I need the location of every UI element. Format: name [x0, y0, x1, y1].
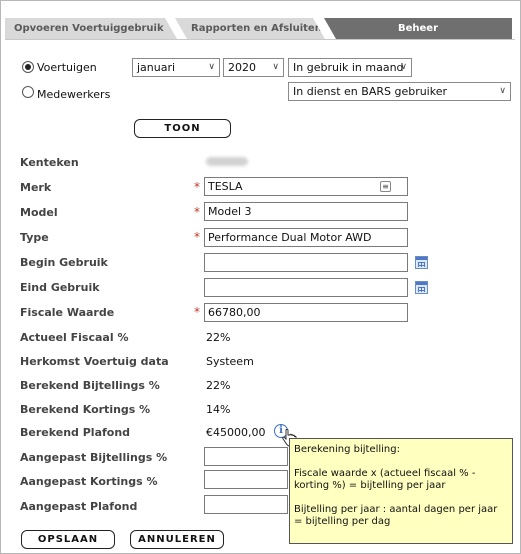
required-marker: * [194, 180, 200, 194]
aangepast-plafond-label: Aangepast Plafond [20, 500, 138, 513]
herkomst-value: Systeem [206, 355, 254, 368]
required-marker: * [194, 205, 200, 219]
bijtelling-tooltip: Berekening bijtelling: Fiscale waarde x … [289, 438, 513, 544]
toon-button[interactable]: TOON [134, 119, 231, 138]
type-input[interactable]: Performance Dual Motor AWD [204, 228, 408, 247]
berekend-kortings-label: Berekend Kortings % [20, 403, 151, 416]
service-filter-select[interactable]: In dienst en BARS gebruiker ∨ [288, 82, 511, 101]
berekend-plafond-value: €45000,00 [206, 426, 266, 439]
tooltip-line-2: Bijtelling per jaar : aantal dagen per j… [294, 504, 498, 527]
service-filter-value: In dienst en BARS gebruiker [293, 85, 448, 98]
month-select[interactable]: januari ∨ [132, 58, 220, 77]
month-select-value: januari [137, 61, 176, 74]
eind-gebruik-label: Eind Gebruik [20, 281, 100, 294]
aangepast-kortings-label: Aangepast Kortings % [20, 475, 158, 488]
opslaan-button[interactable]: OPSLAAN [21, 530, 115, 549]
kenteken-label: Kenteken [20, 156, 79, 169]
actueel-fiscaal-value: 22% [206, 331, 231, 344]
chevron-down-icon: ∨ [400, 62, 407, 72]
usage-filter-select[interactable]: In gebruik in maand ∨ [288, 58, 412, 77]
actueel-fiscaal-label: Actueel Fiscaal % [20, 331, 129, 344]
main-panel: Opvoeren Voertuiggebruik Rapporten en Af… [0, 0, 521, 554]
aangepast-bijtellings-input[interactable] [204, 447, 288, 466]
tab-bar: Opvoeren Voertuiggebruik Rapporten en Af… [5, 5, 515, 39]
merk-input[interactable]: TESLA ≡ [204, 177, 408, 196]
kenteken-value [206, 157, 248, 166]
radio-voertuigen[interactable] [22, 61, 34, 73]
calendar-icon[interactable] [415, 281, 428, 294]
berekend-bijtellings-label: Berekend Bijtellings % [20, 379, 160, 392]
berekend-kortings-value: 14% [206, 403, 231, 416]
year-select-value: 2020 [228, 61, 256, 74]
chevron-down-icon: ∨ [499, 86, 506, 96]
fiscale-waarde-input[interactable]: 66780,00 [204, 303, 408, 322]
usage-filter-value: In gebruik in maand [293, 61, 404, 74]
tooltip-line-1: Fiscale waarde x (actueel fiscaal % - ko… [294, 468, 476, 491]
tab-divider [5, 39, 515, 40]
chevron-down-icon: ∨ [208, 62, 215, 72]
radio-voertuigen-label[interactable]: Voertuigen [37, 61, 97, 74]
required-marker: * [194, 305, 200, 319]
berekend-plafond-label: Berekend Plafond [20, 426, 131, 439]
herkomst-label: Herkomst Voertuig data [20, 355, 169, 368]
dropdown-icon[interactable]: ≡ [380, 181, 391, 192]
type-label: Type [20, 231, 49, 244]
calendar-icon[interactable] [415, 256, 428, 269]
tab-opvoeren-voertuiggebruik[interactable]: Opvoeren Voertuiggebruik [5, 18, 177, 39]
begin-gebruik-input[interactable] [204, 253, 408, 272]
merk-input-value: TESLA [208, 180, 243, 193]
radio-medewerkers[interactable] [22, 86, 34, 98]
model-input[interactable]: Model 3 [204, 202, 408, 221]
required-marker: * [194, 230, 200, 244]
aangepast-bijtellings-label: Aangepast Bijtellings % [20, 451, 168, 464]
eind-gebruik-input[interactable] [204, 278, 408, 297]
annuleren-button[interactable]: ANNULEREN [130, 530, 224, 549]
tab-rapporten-en-afsluiten[interactable]: Rapporten en Afsluiten [175, 18, 325, 39]
aangepast-kortings-input[interactable] [204, 470, 288, 489]
model-label: Model [20, 206, 58, 219]
aangepast-plafond-input[interactable] [204, 495, 288, 514]
year-select[interactable]: 2020 ∨ [223, 58, 284, 77]
berekend-bijtellings-value: 22% [206, 379, 231, 392]
fiscale-waarde-label: Fiscale Waarde [20, 306, 115, 319]
merk-label: Merk [20, 181, 52, 194]
tab-beheer[interactable]: Beheer [324, 18, 512, 39]
begin-gebruik-label: Begin Gebruik [20, 256, 108, 269]
radio-medewerkers-label[interactable]: Medewerkers [37, 88, 110, 101]
chevron-down-icon: ∨ [272, 62, 279, 72]
tooltip-title: Berekening bijtelling: [294, 444, 400, 455]
